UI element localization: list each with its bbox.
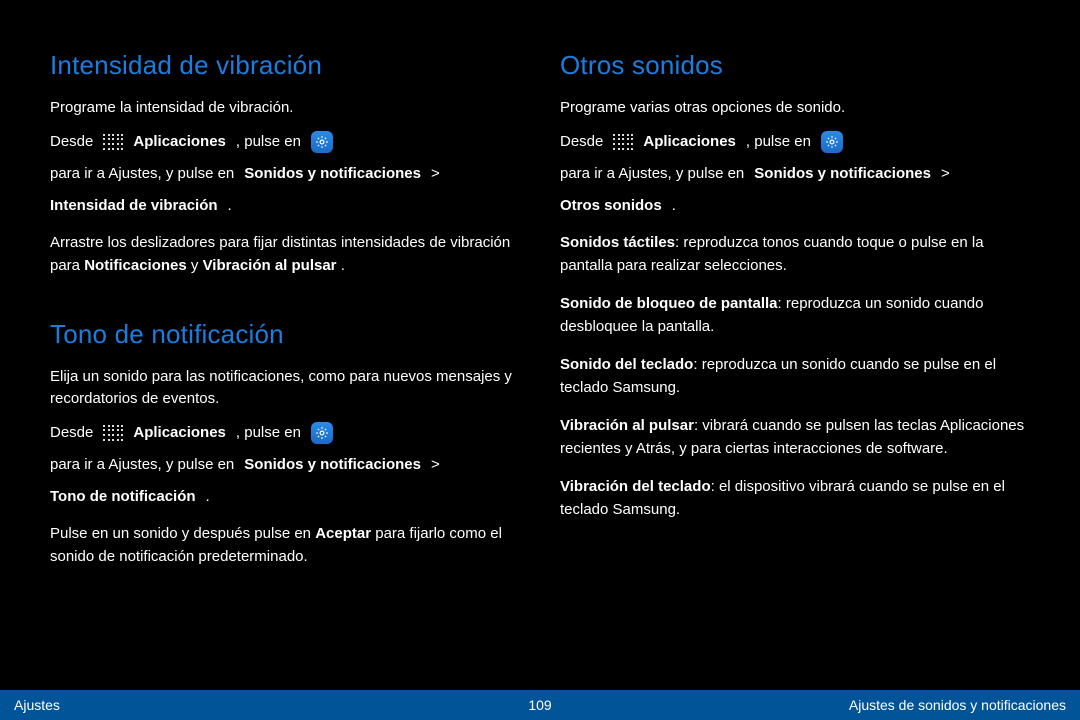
nav-item: Tono de notificación	[50, 486, 196, 508]
tone-heading: Tono de notificación	[50, 319, 520, 350]
vibration-nav: Desde Aplicaciones , pulse en para ir a …	[50, 131, 520, 217]
nav-settings: para ir a Ajustes, y pulse en	[50, 454, 234, 476]
nav-prefix: Desde	[50, 131, 93, 153]
other-nav: Desde Aplicaciones , pulse en para ir a …	[560, 131, 1030, 217]
nav-apps: Aplicaciones	[643, 131, 736, 153]
nav-sep1: , pulse en	[236, 422, 301, 444]
tone-nav: Desde Aplicaciones , pulse en para ir a …	[50, 422, 520, 508]
other-item-1: Sonidos táctiles: reproduzca tonos cuand…	[560, 232, 1030, 277]
tone-intro: Elija un sonido para las notificaciones,…	[50, 366, 520, 410]
nav-item: Intensidad de vibración	[50, 195, 218, 217]
gear-icon	[821, 131, 843, 153]
tone-section: Tono de notificación Elija un sonido par…	[50, 319, 520, 568]
other-item-4: Vibración al pulsar: vibrará cuando se p…	[560, 415, 1030, 460]
other-item-2: Sonido de bloqueo de pantalla: reproduzc…	[560, 293, 1030, 338]
nav-apps: Aplicaciones	[133, 131, 226, 153]
left-column: Intensidad de vibración Programe la inte…	[50, 50, 520, 680]
page-footer: Ajustes 109 Ajustes de sonidos y notific…	[0, 690, 1080, 720]
nav-sounds: Sonidos y notificaciones	[244, 163, 421, 185]
nav-sep1: , pulse en	[236, 131, 301, 153]
apps-icon	[613, 134, 633, 150]
footer-page-number: 109	[528, 697, 551, 713]
other-intro: Programe varias otras opciones de sonido…	[560, 97, 1030, 119]
nav-prefix: Desde	[560, 131, 603, 153]
vibration-intro: Programe la intensidad de vibración.	[50, 97, 520, 119]
other-section: Otros sonidos Programe varias otras opci…	[560, 50, 1030, 521]
tone-closing: Pulse en un sonido y después pulse en Ac…	[50, 523, 520, 568]
other-item-5: Vibración del teclado: el dispositivo vi…	[560, 476, 1030, 521]
nav-settings: para ir a Ajustes, y pulse en	[50, 163, 234, 185]
other-heading: Otros sonidos	[560, 50, 1030, 81]
nav-sep2: >	[431, 454, 440, 476]
nav-sep2: >	[431, 163, 440, 185]
right-column: Otros sonidos Programe varias otras opci…	[560, 50, 1030, 680]
apps-icon	[103, 425, 123, 441]
gear-icon	[311, 422, 333, 444]
nav-sep2: >	[941, 163, 950, 185]
nav-sep1: , pulse en	[746, 131, 811, 153]
nav-sounds: Sonidos y notificaciones	[754, 163, 931, 185]
footer-left: Ajustes	[14, 697, 60, 713]
nav-sounds: Sonidos y notificaciones	[244, 454, 421, 476]
other-item-3: Sonido del teclado: reproduzca un sonido…	[560, 354, 1030, 399]
vibration-desc: Arrastre los deslizadores para fijar dis…	[50, 232, 520, 277]
vibration-heading: Intensidad de vibración	[50, 50, 520, 81]
footer-right: Ajustes de sonidos y notificaciones	[849, 697, 1066, 713]
gear-icon	[311, 131, 333, 153]
nav-prefix: Desde	[50, 422, 93, 444]
vibration-section: Intensidad de vibración Programe la inte…	[50, 50, 520, 277]
nav-item: Otros sonidos	[560, 195, 662, 217]
nav-settings: para ir a Ajustes, y pulse en	[560, 163, 744, 185]
apps-icon	[103, 134, 123, 150]
nav-apps: Aplicaciones	[133, 422, 226, 444]
